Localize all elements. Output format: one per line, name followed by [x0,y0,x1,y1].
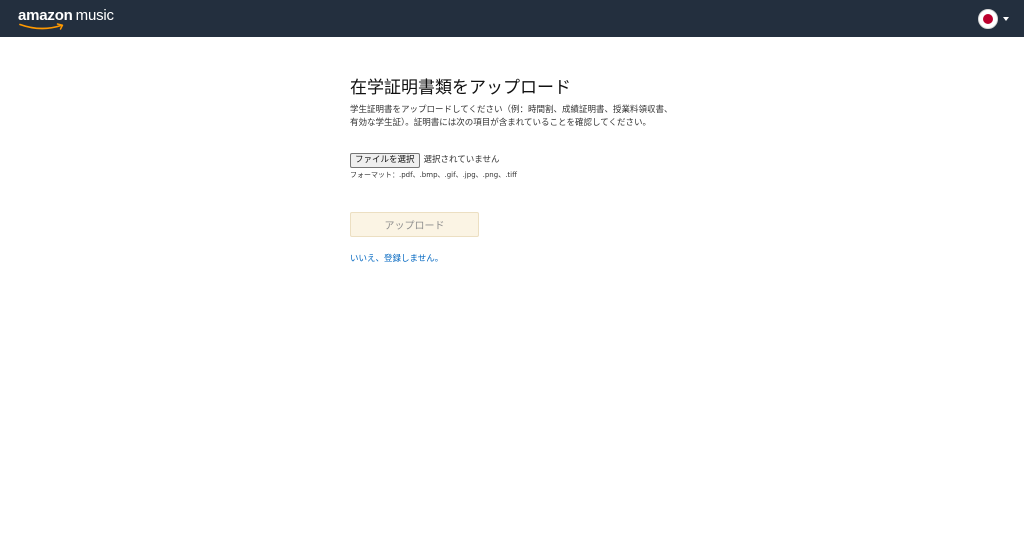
file-selection-status: 選択されていません [423,155,500,165]
top-navigation-bar: amazon music [0,0,1024,37]
logo-brand: amazon [18,7,73,24]
decline-registration-link[interactable]: いいえ、登録しません。 [350,253,443,265]
upload-button[interactable]: アップロード [350,212,479,237]
amazon-smile-icon [19,23,64,30]
locale-selector[interactable] [978,8,1012,30]
amazon-music-logo[interactable]: amazon music [18,6,118,32]
file-input-row: ファイルを選択 選択されていません [350,153,680,168]
japan-flag-icon [978,9,998,29]
page-title: 在学証明書類をアップロード [350,78,571,98]
flag-red-circle [983,14,993,24]
upload-form: 在学証明書類をアップロード 学生証明書をアップロードしてください（例：時間割、成… [350,76,680,265]
accepted-formats: フォーマット：.pdf、.bmp、.gif、.jpg、.png、.tiff [350,171,517,179]
logo-product: music [75,7,114,24]
choose-file-button[interactable]: ファイルを選択 [350,153,420,168]
caret-down-icon [1003,17,1009,21]
upload-instructions: 学生証明書をアップロードしてください（例：時間割、成績証明書、授業料領収書、有効… [350,105,673,128]
